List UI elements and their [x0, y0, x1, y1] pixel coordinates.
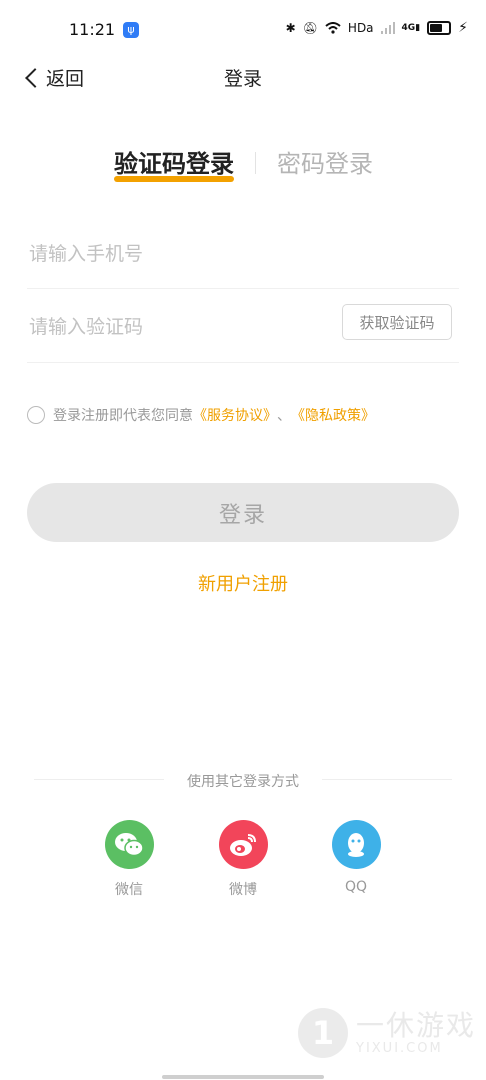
- tab-divider: [255, 152, 256, 174]
- other-login-label: 使用其它登录方式: [187, 774, 299, 790]
- qq-icon: [331, 820, 381, 869]
- usb-icon: ψ: [123, 22, 139, 38]
- code-row: 获取验证码: [27, 300, 459, 363]
- weibo-icon: [218, 820, 268, 869]
- network-label: HDa: [347, 21, 374, 35]
- phone-row: [27, 230, 459, 289]
- wechat-login-button[interactable]: 微信: [89, 820, 169, 899]
- qq-label: QQ: [344, 879, 368, 895]
- weibo-login-button[interactable]: 微博: [203, 820, 283, 899]
- wechat-icon: [104, 820, 154, 869]
- watermark-en: YIXUI.COM: [356, 1040, 443, 1056]
- privacy-policy-link[interactable]: 《隐私政策》: [291, 405, 375, 425]
- charging-icon: ⚡︎: [458, 20, 468, 36]
- mute-icon: 🔕︎: [302, 21, 318, 35]
- agree-checkbox[interactable]: [27, 406, 45, 424]
- battery-icon: [427, 21, 452, 35]
- signal-sim2-icon: 4G▮: [401, 23, 421, 33]
- status-time: 11:21: [69, 20, 116, 39]
- qq-login-button[interactable]: QQ: [316, 820, 396, 895]
- wifi-icon: [325, 22, 341, 34]
- code-input[interactable]: [27, 315, 331, 339]
- weibo-label: 微博: [229, 882, 257, 898]
- get-code-button[interactable]: 获取验证码: [342, 304, 452, 340]
- status-icons: ✱ 🔕︎ HDa 4G▮ ⚡︎: [286, 20, 468, 36]
- register-link[interactable]: 新用户注册: [0, 570, 486, 596]
- agreement-separator: 、: [277, 408, 291, 424]
- agreement-text: 登录注册即代表您同意: [53, 408, 193, 424]
- tab-sms-login[interactable]: 验证码登录: [114, 144, 234, 179]
- signal-sim1-icon: [380, 22, 395, 34]
- watermark-logo: 1: [298, 1008, 348, 1058]
- watermark-cn: 一休游戏: [356, 1008, 477, 1042]
- wechat-label: 微信: [115, 882, 143, 898]
- page-title: 登录: [223, 68, 262, 90]
- phone-input[interactable]: [27, 242, 331, 266]
- service-agreement-link[interactable]: 《服务协议》: [193, 405, 277, 425]
- tab-password-login[interactable]: 密码登录: [277, 144, 373, 179]
- home-indicator[interactable]: [162, 1075, 324, 1079]
- agreement: 登录注册即代表您同意 《服务协议》 、 《隐私政策》: [27, 405, 375, 425]
- tab-active-indicator: [114, 176, 234, 182]
- bluetooth-icon: ✱: [285, 21, 296, 35]
- login-button[interactable]: 登录: [27, 483, 459, 542]
- watermark: 1 一休游戏 YIXUI.COM: [298, 1008, 476, 1058]
